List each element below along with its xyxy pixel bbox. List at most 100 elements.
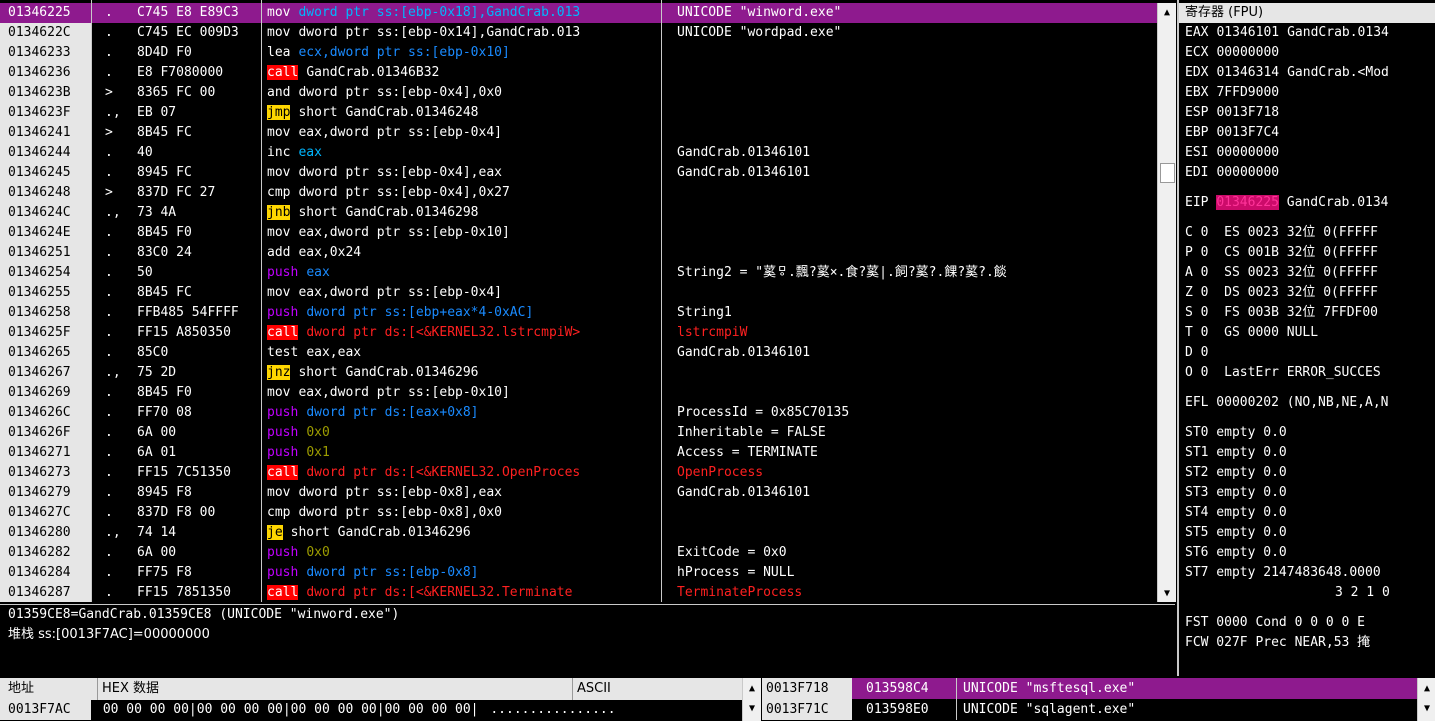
disasm-instruction[interactable]: push 0x0 [261,423,661,443]
disasm-comment[interactable] [661,63,1157,83]
disasm-address[interactable]: 0134624E [0,223,91,243]
disasm-instruction[interactable]: cmp dword ptr ss:[ebp-0x4],0x27 [261,183,661,203]
flag-row[interactable]: C 0 ES 0023 32位 0(FFFFF [1179,223,1435,243]
info-pane[interactable]: 01359CE8=GandCrab.01359CE8 (UNICODE "win… [0,604,1175,677]
disasm-comment[interactable]: TerminateProcess [661,583,1157,603]
disasm-hex[interactable]: . C745 E8 E89C3 [91,3,261,23]
disasm-address[interactable]: 0134626F [0,423,91,443]
disasm-instruction[interactable]: push 0x1 [261,443,661,463]
disasm-hex[interactable]: . 40 [91,143,261,163]
disasm-comment[interactable]: Inheritable = FALSE [661,423,1157,443]
disasm-hex[interactable]: . 83C0 24 [91,243,261,263]
flag-row[interactable]: A 0 SS 0023 32位 0(FFFFF [1179,263,1435,283]
disasm-hex[interactable]: . 85C0 [91,343,261,363]
register-ebx[interactable]: EBX 7FFD9000 [1179,83,1435,103]
disasm-instruction[interactable]: call dword ptr ds:[<&KERNEL32.lstrcmpiW> [261,323,661,343]
disasm-instruction[interactable]: mov eax,dword ptr ss:[ebp-0x4] [261,283,661,303]
disasm-address[interactable]: 01346279 [0,483,91,503]
disasm-instruction[interactable]: add eax,0x24 [261,243,661,263]
disasm-comment[interactable]: hProcess = NULL [661,563,1157,583]
disasm-address[interactable]: 01346254 [0,263,91,283]
disasm-comment[interactable]: lstrcmpiW [661,323,1157,343]
disasm-address[interactable]: 01346267 [0,363,91,383]
disasm-hex[interactable]: . 8B45 F0 [91,223,261,243]
disasm-comment[interactable] [661,243,1157,263]
disasm-instruction[interactable]: jnb short GandCrab.01346298 [261,203,661,223]
stack-pane[interactable]: 0013F718 013598C4 UNICODE "msftesql.exe" 00… [762,678,1435,721]
disasm-address[interactable]: 0134627C [0,503,91,523]
disasm-hex[interactable]: . 6A 00 [91,423,261,443]
disasm-hex[interactable]: >837D FC 27 [91,183,261,203]
disasm-comment[interactable] [661,503,1157,523]
disasm-address[interactable]: 01346236 [0,63,91,83]
register-ebp[interactable]: EBP 0013F7C4 [1179,123,1435,143]
disasm-comment[interactable] [661,203,1157,223]
fpu-register[interactable]: ST7 empty 2147483648.0000 [1179,563,1435,583]
disasm-hex[interactable]: >8365 FC 00 [91,83,261,103]
disasm-hex[interactable]: . FF75 F8 [91,563,261,583]
disasm-comment[interactable]: String1 [661,303,1157,323]
dump-row[interactable]: 0013F7AC 00 00 00 00|00 00 00 00|00 00 0… [0,700,742,720]
disasm-hex[interactable]: . 837D F8 00 [91,503,261,523]
disasm-comment[interactable] [661,523,1157,543]
flag-row[interactable]: S 0 FS 003B 32位 7FFDF00 [1179,303,1435,323]
disasm-comment[interactable]: GandCrab.01346101 [661,343,1157,363]
disasm-instruction[interactable]: push dword ptr ds:[eax+0x8] [261,403,661,423]
dump-scrollbar[interactable]: ▲ ▼ [742,678,761,721]
efl-register[interactable]: EFL 00000202 (NO,NB,NE,A,N [1179,393,1435,413]
disasm-hex[interactable]: . FF70 08 [91,403,261,423]
disasm-address[interactable]: 0134626C [0,403,91,423]
triangle-down-icon[interactable]: ▼ [1420,701,1434,715]
disasm-hex[interactable]: ., 73 4A [91,203,261,223]
disasm-hex[interactable]: . 8B45 FC [91,283,261,303]
disasm-comment[interactable]: GandCrab.01346101 [661,143,1157,163]
disasm-hex[interactable]: >8B45 FC [91,123,261,143]
disasm-hex[interactable]: . E8 F7080000 [91,63,261,83]
disasm-address[interactable]: 01346244 [0,143,91,163]
disasm-instruction[interactable]: push eax [261,263,661,283]
disasm-address[interactable]: 01346248 [0,183,91,203]
disasm-address[interactable]: 0134622C [0,23,91,43]
disasm-hex[interactable]: . 6A 01 [91,443,261,463]
stack-scrollbar[interactable]: ▲ ▼ [1417,678,1435,721]
disasm-instruction[interactable]: push dword ptr ss:[ebp+eax*4-0xAC] [261,303,661,323]
disasm-instruction[interactable]: mov dword ptr ss:[ebp-0x8],eax [261,483,661,503]
triangle-down-icon[interactable]: ▼ [1160,586,1174,600]
stack-row[interactable]: 0013F71C 013598E0 UNICODE "sqlagent.exe" [762,699,1417,720]
disasm-instruction[interactable]: jmp short GandCrab.01346248 [261,103,661,123]
disasm-instruction[interactable]: test eax,eax [261,343,661,363]
register-esi[interactable]: ESI 00000000 [1179,143,1435,163]
disasm-comment[interactable] [661,83,1157,103]
disasm-hex[interactable]: ., 74 14 [91,523,261,543]
fcw-register[interactable]: FCW 027F Prec NEAR,53 掩 [1179,633,1435,653]
disasm-instruction[interactable]: push dword ptr ss:[ebp-0x8] [261,563,661,583]
disasm-instruction[interactable]: push 0x0 [261,543,661,563]
disasm-hex[interactable]: . FF15 7C51350 [91,463,261,483]
disasm-instruction[interactable]: je short GandCrab.01346296 [261,523,661,543]
disasm-comment[interactable] [661,43,1157,63]
disasm-instruction[interactable]: mov eax,dword ptr ss:[ebp-0x10] [261,223,661,243]
fpu-register[interactable]: ST5 empty 0.0 [1179,523,1435,543]
disasm-comment[interactable] [661,183,1157,203]
fpu-register[interactable]: ST6 empty 0.0 [1179,543,1435,563]
disasm-instruction[interactable]: jnz short GandCrab.01346296 [261,363,661,383]
flag-row[interactable]: Z 0 DS 0023 32位 0(FFFFF [1179,283,1435,303]
fpu-register[interactable]: ST3 empty 0.0 [1179,483,1435,503]
disasm-address[interactable]: 0134623B [0,83,91,103]
register-esp[interactable]: ESP 0013F718 [1179,103,1435,123]
stack-row[interactable]: 0013F718 013598C4 UNICODE "msftesql.exe" [762,678,1417,699]
register-ecx[interactable]: ECX 00000000 [1179,43,1435,63]
fpu-register[interactable]: ST0 empty 0.0 [1179,423,1435,443]
disasm-hex[interactable]: . 8945 F8 [91,483,261,503]
disasm-address[interactable]: 01346287 [0,583,91,603]
disasm-instruction[interactable]: mov eax,dword ptr ss:[ebp-0x10] [261,383,661,403]
disasm-comment[interactable] [661,363,1157,383]
disasm-instruction[interactable]: call GandCrab.01346B32 [261,63,661,83]
disasm-comment[interactable]: String2 = "蒵ㅱ.飄?蒵×.食?蒵|.飼?蒵?.餜?蒵?.餤 [661,263,1157,283]
disasm-instruction[interactable]: cmp dword ptr ss:[ebp-0x8],0x0 [261,503,661,523]
disasm-address[interactable]: 01346269 [0,383,91,403]
fpu-register[interactable]: ST4 empty 0.0 [1179,503,1435,523]
disasm-address[interactable]: 01346233 [0,43,91,63]
disasm-instruction[interactable]: call dword ptr ds:[<&KERNEL32.Terminate [261,583,661,603]
disasm-address[interactable]: 01346280 [0,523,91,543]
